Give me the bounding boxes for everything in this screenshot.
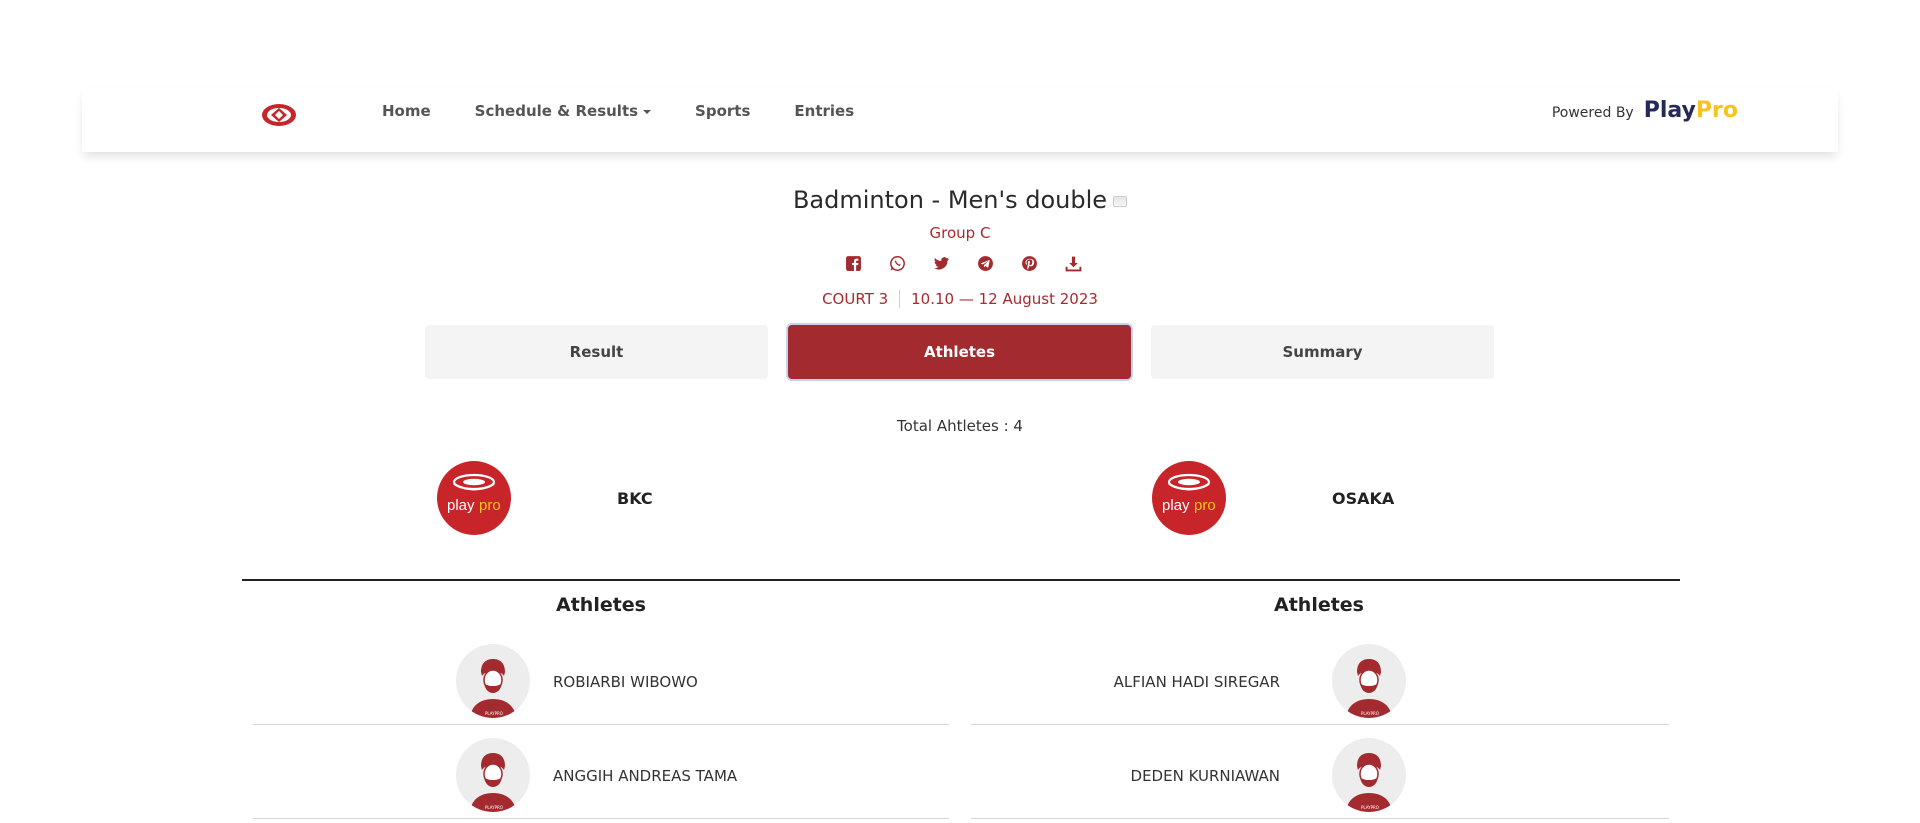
nav-sports[interactable]: Sports [695,102,750,120]
avatar: PLAYPRO [1332,644,1406,718]
tab-summary[interactable]: Summary [1151,325,1494,379]
whatsapp-icon[interactable] [888,254,906,272]
team-name-right: OSAKA [1332,488,1395,508]
person-icon: PLAYPRO [1346,753,1392,812]
avatar-caption: PLAYPRO [485,805,503,810]
person-icon: PLAYPRO [1346,659,1392,718]
tab-athletes[interactable]: Athletes [788,325,1131,379]
team-logo-right: play pro [1152,461,1226,535]
tab-result[interactable]: Result [425,325,768,379]
facebook-icon[interactable] [844,254,862,272]
avatar-caption: PLAYPRO [1361,805,1379,810]
powered-by: Powered By PlayPro [1552,98,1738,123]
nav-entries[interactable]: Entries [794,102,854,120]
powered-by-label: Powered By [1551,105,1634,121]
download-icon[interactable] [1064,254,1082,272]
athletes-title-left: Athletes [556,594,646,616]
event-datetime: 10.10 — 12 August 2023 [911,290,1098,308]
telegram-icon[interactable] [976,254,994,272]
logo-text-pro: pro [1194,497,1216,514]
avatar: PLAYPRO [456,738,530,812]
pinterest-icon[interactable] [1020,254,1038,272]
athlete-name: ALFIAN HADI SIREGAR [1113,673,1280,691]
share-row [844,254,1082,272]
athlete-name: ANGGIH ANDREAS TAMA [553,767,738,785]
athlete-row[interactable]: ALFIAN HADI SIREGAR PLAYPRO [971,632,1669,725]
group-label: Group C [929,224,991,242]
page-title: Badminton - Men's double [0,186,1920,214]
athletes-title-right: Athletes [1274,594,1364,616]
team-left: play pro BKC [437,461,653,535]
logo-text-pro: pro [479,497,501,514]
athlete-row[interactable]: PLAYPRO ANGGIH ANDREAS TAMA [253,726,949,819]
avatar: PLAYPRO [1332,738,1406,812]
athlete-row[interactable]: PLAYPRO ROBIARBI WIBOWO [253,632,949,725]
athlete-row[interactable]: DEDEN KURNIAWAN PLAYPRO [971,726,1669,819]
team-logo-left: play pro [437,461,511,535]
twitter-icon[interactable] [932,254,950,272]
team-right: play pro OSAKA [1152,461,1394,535]
meta-divider [899,290,901,308]
tabs: Result Athletes Summary [425,325,1494,379]
playpro-brand[interactable]: PlayPro [1644,98,1738,123]
section-divider [242,579,1680,581]
total-athletes: Total Ahtletes : 4 [897,417,1023,435]
person-icon: PLAYPRO [470,753,516,812]
nav-schedule-results[interactable]: Schedule & Results [474,102,652,120]
event-title-text: Badminton - Men's double [792,186,1108,214]
athlete-name: DEDEN KURNIAWAN [1130,767,1280,785]
logo-text-play: play [1162,497,1190,514]
navbar: Home Schedule & Results Sports Entries P… [82,88,1838,152]
logo-text-play: play [447,497,475,514]
avatar-caption: PLAYPRO [1361,711,1379,716]
nav-schedule-label: Schedule & Results [474,102,639,120]
team-name-left: BKC [617,488,653,508]
brand-part-b: Pro [1695,98,1738,123]
caret-down-icon [643,109,652,114]
athlete-name: ROBIARBI WIBOWO [553,673,698,691]
flag-icon [1113,195,1128,207]
person-icon: PLAYPRO [470,659,516,718]
court-label: COURT 3 [822,290,889,308]
nav-links: Home Schedule & Results Sports Entries [382,102,898,120]
brand-part-a: Play [1643,98,1696,123]
nav-home[interactable]: Home [382,102,431,120]
avatar: PLAYPRO [456,644,530,718]
site-logo[interactable] [260,100,298,130]
avatar-caption: PLAYPRO [485,711,503,716]
event-meta: COURT 3 10.10 — 12 August 2023 [0,290,1920,308]
